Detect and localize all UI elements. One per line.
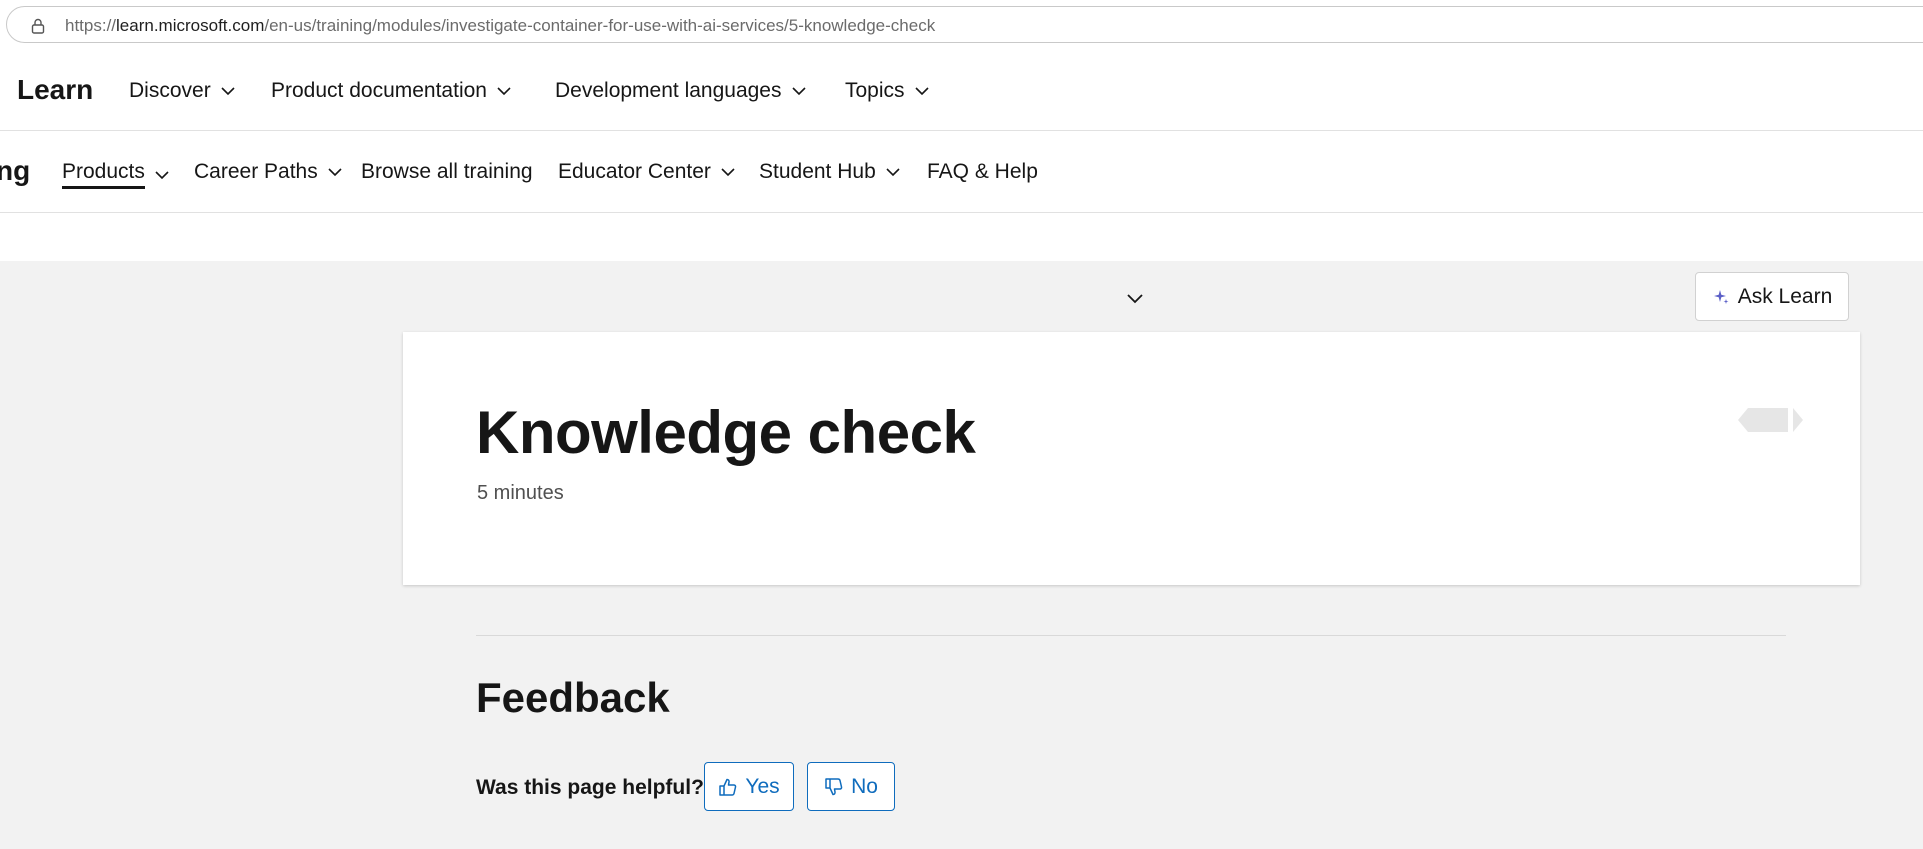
unit-duration: 5 minutes	[477, 482, 564, 504]
browser-address-bar: https://learn.microsoft.com/en-us/traini…	[0, 0, 1923, 50]
thumbs-up-icon	[719, 778, 737, 796]
lock-icon[interactable]	[29, 17, 47, 35]
chevron-down-icon	[791, 87, 806, 96]
subnav-educator-center[interactable]: Educator Center	[558, 160, 737, 184]
nav-label: Topics	[845, 79, 905, 102]
global-nav: Learn Discover Product documentation Dev…	[0, 50, 1923, 131]
divider	[476, 635, 1786, 636]
feedback-yes-button[interactable]: Yes	[704, 762, 794, 811]
banner-strip	[0, 213, 1923, 261]
nav-label: Discover	[129, 79, 211, 102]
helpful-question: Was this page helpful?	[476, 776, 704, 799]
feedback-no-button[interactable]: No	[807, 762, 895, 811]
feedback-yes-label: Yes	[745, 774, 780, 798]
subnav-faq-help[interactable]: FAQ & Help	[927, 160, 1038, 184]
subnav-student-hub[interactable]: Student Hub	[759, 160, 902, 184]
thumbs-down-icon	[825, 777, 843, 795]
nav-label: Development languages	[555, 79, 782, 102]
nav-topics[interactable]: Topics	[845, 79, 931, 103]
url-host: learn.microsoft.com	[116, 16, 265, 35]
subnav-label: Browse all training	[361, 160, 533, 183]
subnav-label: Student Hub	[759, 160, 876, 183]
url-prefix: https://	[65, 16, 117, 35]
feedback-no-label: No	[851, 774, 878, 798]
subnav-label: FAQ & Help	[927, 160, 1038, 183]
nav-development-languages[interactable]: Development languages	[555, 79, 808, 103]
chevron-down-icon	[721, 168, 735, 177]
ask-learn-label: Ask Learn	[1737, 284, 1833, 308]
nav-label: Product documentation	[271, 79, 487, 102]
subnav-browse-all-training[interactable]: Browse all training	[361, 160, 533, 184]
chevron-down-icon	[328, 168, 342, 177]
url-field[interactable]: https://learn.microsoft.com/en-us/traini…	[6, 6, 1923, 43]
chevron-down-icon	[497, 87, 511, 96]
progress-badge-icon	[1738, 408, 1803, 432]
sparkle-icon	[1713, 289, 1729, 304]
subnav-label: Educator Center	[558, 160, 711, 183]
subnav-label: Products	[62, 160, 145, 189]
training-subnav: ng Products Career Paths Browse all trai…	[0, 131, 1923, 213]
url-path: /en-us/training/modules/investigate-cont…	[264, 16, 936, 35]
chevron-down-icon	[914, 87, 929, 96]
chevron-down-icon	[221, 87, 235, 96]
feedback-heading: Feedback	[476, 674, 670, 721]
chevron-down-icon[interactable]	[1124, 287, 1146, 309]
chevron-down-icon	[886, 168, 900, 177]
unit-header-card: Knowledge check 5 minutes	[403, 332, 1860, 585]
nav-discover[interactable]: Discover	[129, 79, 237, 103]
brand-logo-text[interactable]: Learn	[17, 74, 93, 106]
url-text[interactable]: https://learn.microsoft.com/en-us/traini…	[65, 16, 935, 36]
subnav-career-paths[interactable]: Career Paths	[194, 160, 344, 184]
ask-learn-button[interactable]: Ask Learn	[1695, 272, 1849, 321]
subnav-label: Career Paths	[194, 160, 318, 183]
chevron-down-icon	[155, 170, 169, 179]
nav-product-documentation[interactable]: Product documentation	[271, 79, 513, 103]
page-title: Knowledge check	[476, 399, 976, 466]
subnav-products[interactable]: Products	[62, 160, 171, 189]
subnav-title[interactable]: ng	[0, 155, 30, 187]
